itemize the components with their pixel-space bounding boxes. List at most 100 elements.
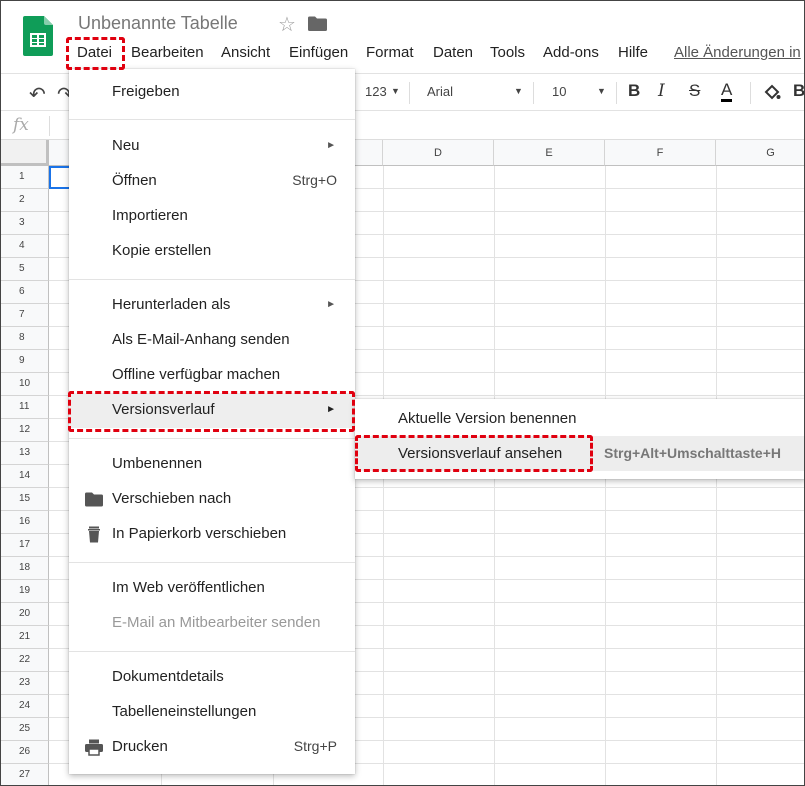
spreadsheet-window: Unbenannte Tabelle ☆ Datei Bearbeiten An… <box>0 0 805 786</box>
row-header-18[interactable]: 18 <box>1 557 49 580</box>
menu-item-importieren[interactable]: Importieren <box>69 199 355 234</box>
row-header-13[interactable]: 13 <box>1 442 49 465</box>
toolbar-divider <box>409 82 410 104</box>
menu-item-oeffnen[interactable]: Öffnen Strg+O <box>69 164 355 199</box>
menu-bearbeiten[interactable]: Bearbeiten <box>131 44 204 61</box>
menu-item-tabelleneinstellungen[interactable]: Tabelleneinstellungen <box>69 695 355 730</box>
row-header-21[interactable]: 21 <box>1 626 49 649</box>
menu-item-neu[interactable]: Neu ► <box>69 129 355 164</box>
menu-add-ons[interactable]: Add-ons <box>543 44 599 61</box>
save-status-link[interactable]: Alle Änderungen in <box>674 44 801 61</box>
borders-button-icon[interactable]: B <box>793 81 804 101</box>
submenu-arrow-icon: ► <box>326 404 336 415</box>
font-family-select[interactable]: Arial <box>427 84 453 99</box>
row-header-2[interactable]: 2 <box>1 189 49 212</box>
toolbar-divider <box>616 82 617 104</box>
menu-item-im-web-veroeffentlichen[interactable]: Im Web veröffentlichen <box>69 571 355 606</box>
shortcut-label: Strg+Alt+Umschalttaste+H <box>604 445 782 461</box>
print-icon <box>85 739 103 756</box>
undo-icon[interactable]: ↶ <box>29 82 46 107</box>
menu-separator <box>69 562 355 563</box>
fx-icon: fx <box>13 115 29 135</box>
menu-item-verschieben-nach[interactable]: Verschieben nach <box>69 482 355 517</box>
row-header-17[interactable]: 17 <box>1 534 49 557</box>
menu-item-herunterladen-als[interactable]: Herunterladen als ► <box>69 288 355 323</box>
trash-icon <box>88 526 100 543</box>
row-header-19[interactable]: 19 <box>1 580 49 603</box>
toolbar-divider <box>750 82 751 104</box>
row-header-8[interactable]: 8 <box>1 327 49 350</box>
menu-item-email-mitbearbeiter: E-Mail an Mitbearbeiter senden <box>112 614 321 631</box>
row-header-25[interactable]: 25 <box>1 718 49 741</box>
menu-item-umbenennen[interactable]: Umbenennen <box>69 447 355 482</box>
submenu-arrow-icon: ► <box>326 140 336 151</box>
submenu-item-versionsverlauf-ansehen[interactable]: Versionsverlauf ansehen Strg+Alt+Umschal… <box>355 436 804 471</box>
menu-item-drucken[interactable]: Drucken Strg+P <box>69 730 355 765</box>
row-header-11[interactable]: 11 <box>1 396 49 419</box>
row-header-23[interactable]: 23 <box>1 672 49 695</box>
menu-item-kopie-erstellen[interactable]: Kopie erstellen <box>69 234 355 269</box>
row-header-3[interactable]: 3 <box>1 212 49 235</box>
menu-ansicht[interactable]: Ansicht <box>221 44 270 61</box>
menu-datei[interactable]: Datei <box>77 44 112 61</box>
folder-icon <box>85 492 103 507</box>
menu-format[interactable]: Format <box>366 44 414 61</box>
row-header-16[interactable]: 16 <box>1 511 49 534</box>
submenu-item-aktuelle-version-benennen[interactable]: Aktuelle Version benennen <box>355 401 804 436</box>
column-header-d[interactable]: D <box>383 140 494 166</box>
font-size-caret-icon: ▼ <box>597 86 606 96</box>
menu-separator <box>69 119 355 120</box>
menu-separator <box>69 651 355 652</box>
row-header-6[interactable]: 6 <box>1 281 49 304</box>
menu-item-versionsverlauf[interactable]: Versionsverlauf ► <box>69 393 355 428</box>
text-color-button[interactable]: A <box>721 81 733 102</box>
submenu-arrow-icon: ► <box>326 299 336 310</box>
row-header-7[interactable]: 7 <box>1 304 49 327</box>
sheets-logo-icon[interactable] <box>23 16 53 56</box>
font-family-caret-icon: ▼ <box>514 86 523 96</box>
fill-color-icon[interactable] <box>763 84 781 102</box>
menu-einfuegen[interactable]: Einfügen <box>289 44 348 61</box>
row-header-24[interactable]: 24 <box>1 695 49 718</box>
file-menu: Freigeben Neu ► Öffnen Strg+O Importieren … <box>69 69 355 774</box>
row-header-22[interactable]: 22 <box>1 649 49 672</box>
row-header-9[interactable]: 9 <box>1 350 49 373</box>
menu-item-papierkorb[interactable]: In Papierkorb verschieben <box>69 517 355 552</box>
star-icon[interactable]: ☆ <box>278 12 296 37</box>
formula-divider <box>49 116 50 136</box>
column-header-f[interactable]: F <box>605 140 716 166</box>
row-header-10[interactable]: 10 <box>1 373 49 396</box>
number-format-caret-icon: ▼ <box>391 86 400 96</box>
row-header-4[interactable]: 4 <box>1 235 49 258</box>
row-header-27[interactable]: 27 <box>1 764 49 785</box>
number-format-button[interactable]: 123 <box>365 84 387 99</box>
menu-item-als-email-anhang[interactable]: Als E-Mail-Anhang senden <box>69 323 355 358</box>
menu-separator <box>69 279 355 280</box>
row-header-14[interactable]: 14 <box>1 465 49 488</box>
bold-button[interactable]: B <box>628 81 640 101</box>
row-header-12[interactable]: 12 <box>1 419 49 442</box>
version-history-submenu: Aktuelle Version benennen Versionsverlau… <box>355 399 804 479</box>
font-size-select[interactable]: 10 <box>552 84 566 99</box>
italic-button[interactable]: I <box>658 81 665 101</box>
shortcut-label: Strg+P <box>293 738 337 754</box>
row-header-26[interactable]: 26 <box>1 741 49 764</box>
shortcut-label: Strg+O <box>292 172 337 188</box>
menu-separator <box>69 438 355 439</box>
strikethrough-button[interactable]: S <box>689 81 700 101</box>
row-header-1[interactable]: 1 <box>1 166 49 189</box>
menu-item-dokumentdetails[interactable]: Dokumentdetails <box>69 660 355 695</box>
menu-item-offline-verfuegbar[interactable]: Offline verfügbar machen <box>69 358 355 393</box>
column-header-e[interactable]: E <box>494 140 605 166</box>
document-title[interactable]: Unbenannte Tabelle <box>78 13 238 34</box>
row-header-15[interactable]: 15 <box>1 488 49 511</box>
column-header-g[interactable]: G <box>716 140 804 166</box>
menu-hilfe[interactable]: Hilfe <box>618 44 648 61</box>
menu-item-freigeben[interactable]: Freigeben <box>69 75 355 110</box>
menu-tools[interactable]: Tools <box>490 44 525 61</box>
row-header-5[interactable]: 5 <box>1 258 49 281</box>
menu-daten[interactable]: Daten <box>433 44 473 61</box>
select-all-corner[interactable] <box>1 140 49 166</box>
folder-icon[interactable] <box>308 16 327 31</box>
row-header-20[interactable]: 20 <box>1 603 49 626</box>
